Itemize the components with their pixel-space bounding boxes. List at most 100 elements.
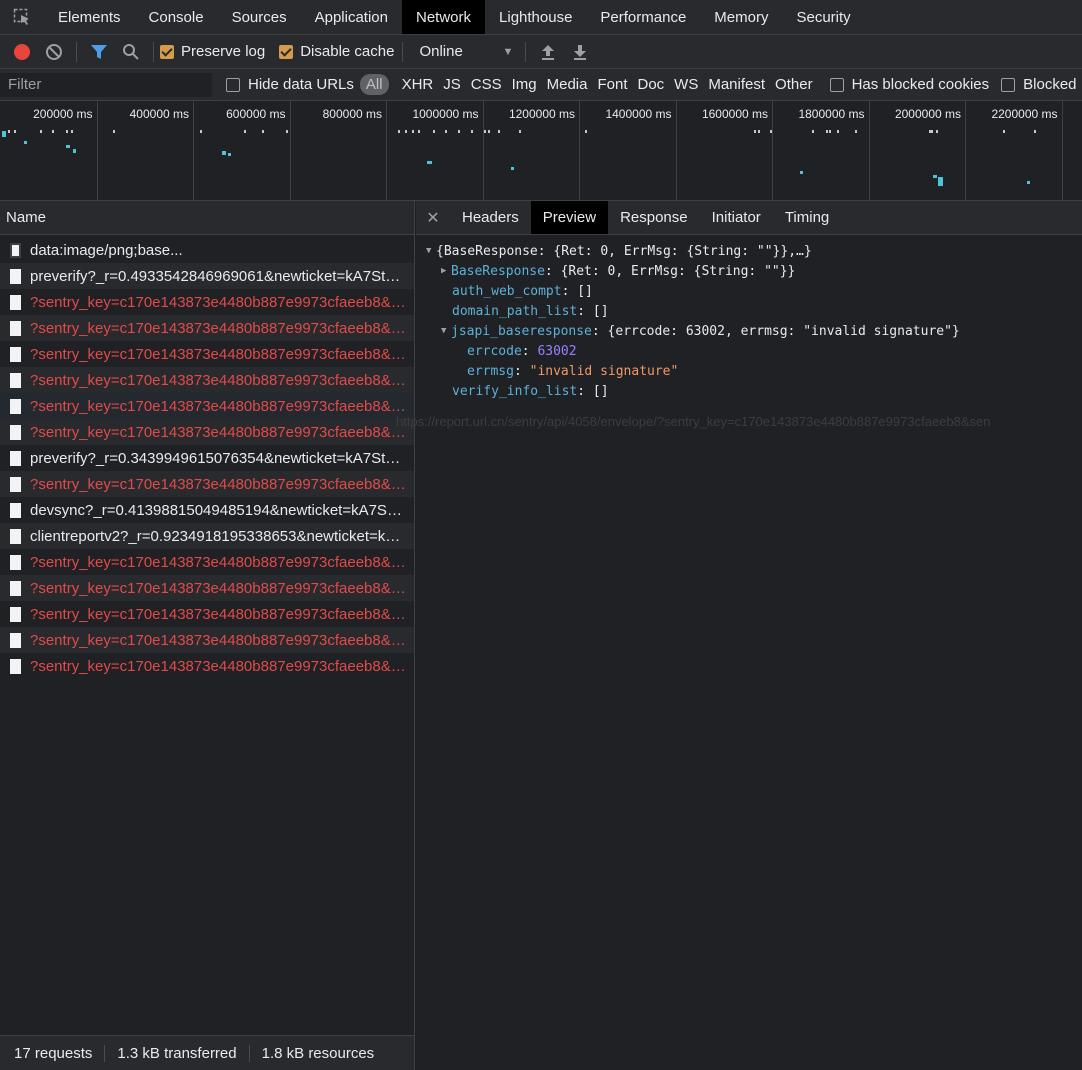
request-name: ?sentry_key=c170e143873e4480b887e9973cfa…	[30, 631, 406, 649]
filter-type-ws[interactable]: WS	[669, 76, 703, 93]
json-root[interactable]: ▼ {BaseResponse: {Ret: 0, ErrMsg: {String…	[416, 241, 1082, 261]
triangle-collapsed-icon[interactable]: ▶	[441, 266, 451, 276]
json-node-errmsg[interactable]: errmsg: "invalid signature"	[416, 361, 1082, 381]
checkbox-unchecked[interactable]	[226, 77, 240, 92]
tab-security[interactable]: Security	[782, 0, 864, 34]
blocked-requests-checkbox[interactable]: Blocked	[1001, 76, 1077, 93]
triangle-expanded-icon[interactable]: ▼	[441, 326, 451, 336]
tab-performance[interactable]: Performance	[586, 0, 700, 34]
request-row[interactable]: ?sentry_key=c170e143873e4480b887e9973cfa…	[0, 653, 414, 679]
import-har-icon[interactable]	[532, 35, 564, 69]
request-row[interactable]: ?sentry_key=c170e143873e4480b887e9973cfa…	[0, 289, 414, 315]
filter-type-font[interactable]: Font	[592, 76, 632, 93]
request-row[interactable]: ?sentry_key=c170e143873e4480b887e9973cfa…	[0, 315, 414, 341]
request-row[interactable]: preverify?_r=0.3439949615076354&newticke…	[0, 445, 414, 471]
timeline-tick-mark	[829, 130, 831, 133]
triangle-expanded-icon[interactable]: ▼	[426, 246, 436, 256]
filter-type-xhr[interactable]: XHR	[397, 76, 439, 93]
filter-type-doc[interactable]: Doc	[632, 76, 669, 93]
request-row[interactable]: ?sentry_key=c170e143873e4480b887e9973cfa…	[0, 471, 414, 497]
filter-type-all[interactable]: All	[359, 74, 389, 95]
timeline-tick-mark	[498, 130, 500, 133]
filter-type-manifest[interactable]: Manifest	[703, 76, 770, 93]
close-icon[interactable]: ✕	[416, 201, 450, 234]
json-node-baseresponse[interactable]: ▶ BaseResponse: {Ret: 0, ErrMsg: {String:…	[416, 261, 1082, 281]
document-file-icon	[10, 502, 21, 518]
timeline-request-bar	[1027, 181, 1030, 184]
json-node-auth-web-compt[interactable]: auth_web_compt: []	[416, 281, 1082, 301]
request-row[interactable]: ?sentry_key=c170e143873e4480b887e9973cfa…	[0, 549, 414, 575]
name-column-header[interactable]: Name	[0, 201, 414, 235]
export-har-icon[interactable]	[564, 35, 596, 69]
request-row[interactable]: ?sentry_key=c170e143873e4480b887e9973cfa…	[0, 341, 414, 367]
request-row[interactable]: ?sentry_key=c170e143873e4480b887e9973cfa…	[0, 601, 414, 627]
json-node-verify-info-list[interactable]: verify_info_list: []	[416, 381, 1082, 401]
timeline-gridline	[1061, 101, 1063, 201]
record-icon[interactable]	[6, 35, 38, 69]
json-preview: ▼ {BaseResponse: {Ret: 0, ErrMsg: {String…	[416, 235, 1082, 401]
hide-data-urls-checkbox[interactable]: Hide data URLs	[226, 76, 354, 93]
tab-lighthouse[interactable]: Lighthouse	[485, 0, 586, 34]
checkbox-unchecked[interactable]	[1001, 77, 1016, 92]
tab-network[interactable]: Network	[402, 0, 486, 34]
has-blocked-cookies-checkbox[interactable]: Has blocked cookies	[829, 76, 989, 93]
clear-icon[interactable]	[38, 35, 70, 69]
timeline-overview[interactable]: 200000 ms 400000 ms 600000 ms 800000 ms 1000…	[0, 101, 1082, 201]
inspect-element-icon[interactable]	[0, 0, 44, 34]
disable-cache-checkbox[interactable]: Disable cache	[279, 43, 394, 60]
tab-sources[interactable]: Sources	[218, 0, 301, 34]
json-node-errcode[interactable]: errcode: 63002	[416, 341, 1082, 361]
preserve-log-label: Preserve log	[181, 43, 266, 60]
timeline-request-bar	[427, 161, 432, 164]
request-row[interactable]: ?sentry_key=c170e143873e4480b887e9973cfa…	[0, 419, 414, 445]
request-name: ?sentry_key=c170e143873e4480b887e9973cfa…	[30, 293, 406, 311]
document-file-icon	[10, 450, 21, 466]
document-file-icon	[10, 424, 21, 440]
checkbox-unchecked[interactable]	[829, 77, 844, 92]
checkbox-checked[interactable]	[160, 44, 174, 59]
request-row[interactable]: devsync?_r=0.41398815049485194&newticket…	[0, 497, 414, 523]
timeline-tick-mark	[405, 130, 407, 133]
request-name: ?sentry_key=c170e143873e4480b887e9973cfa…	[30, 319, 406, 337]
request-name: preverify?_r=0.3439949615076354&newticke…	[30, 449, 406, 467]
json-node-domain-path-list[interactable]: domain_path_list: []	[416, 301, 1082, 321]
timeline-request-bar	[2, 131, 6, 137]
filter-type-js[interactable]: JS	[438, 76, 466, 93]
request-row[interactable]: ?sentry_key=c170e143873e4480b887e9973cfa…	[0, 393, 414, 419]
request-row[interactable]: ?sentry_key=c170e143873e4480b887e9973cfa…	[0, 627, 414, 653]
tab-memory[interactable]: Memory	[700, 0, 782, 34]
tab-application[interactable]: Application	[301, 0, 402, 34]
timeline-label: 800000 ms	[322, 107, 382, 121]
filter-icon[interactable]	[83, 35, 115, 69]
request-rows: data:image/png;base... preverify?_r=0.493…	[0, 235, 414, 679]
request-row[interactable]: data:image/png;base...	[0, 237, 414, 263]
tab-timing[interactable]: Timing	[773, 201, 841, 234]
tab-preview[interactable]: Preview	[530, 201, 609, 234]
tab-elements[interactable]: Elements	[44, 0, 135, 34]
search-icon[interactable]	[115, 35, 147, 69]
checkbox-checked[interactable]	[279, 44, 294, 59]
json-node-jsapi-baseresponse[interactable]: ▼ jsapi_baseresponse: {errcode: 63002, er…	[416, 321, 1082, 341]
filter-input[interactable]: Filter	[0, 72, 212, 97]
throttling-select[interactable]: Online ▼	[419, 43, 519, 60]
timeline-tick-mark	[1003, 130, 1005, 133]
network-status-bar: 17 requests 1.3 kB transferred 1.8 kB re…	[0, 1035, 414, 1070]
request-row[interactable]: preverify?_r=0.4933542846969061&newticke…	[0, 263, 414, 289]
tab-console[interactable]: Console	[135, 0, 218, 34]
tab-headers[interactable]: Headers	[450, 201, 531, 234]
filter-type-other[interactable]: Other	[770, 76, 818, 93]
request-row[interactable]: clientreportv2?_r=0.9234918195338653&new…	[0, 523, 414, 549]
timeline-tick-mark	[458, 130, 460, 133]
request-name: devsync?_r=0.41398815049485194&newticket…	[30, 501, 406, 519]
preserve-log-checkbox[interactable]: Preserve log	[160, 43, 265, 60]
filter-type-media[interactable]: Media	[542, 76, 593, 93]
tab-response[interactable]: Response	[608, 201, 700, 234]
filter-type-css[interactable]: CSS	[466, 76, 507, 93]
request-row[interactable]: ?sentry_key=c170e143873e4480b887e9973cfa…	[0, 575, 414, 601]
timeline-request-bar	[938, 177, 943, 186]
tab-initiator[interactable]: Initiator	[700, 201, 773, 234]
document-file-icon	[10, 398, 21, 414]
request-row[interactable]: ?sentry_key=c170e143873e4480b887e9973cfa…	[0, 367, 414, 393]
filter-type-img[interactable]: Img	[507, 76, 542, 93]
request-name: ?sentry_key=c170e143873e4480b887e9973cfa…	[30, 553, 406, 571]
